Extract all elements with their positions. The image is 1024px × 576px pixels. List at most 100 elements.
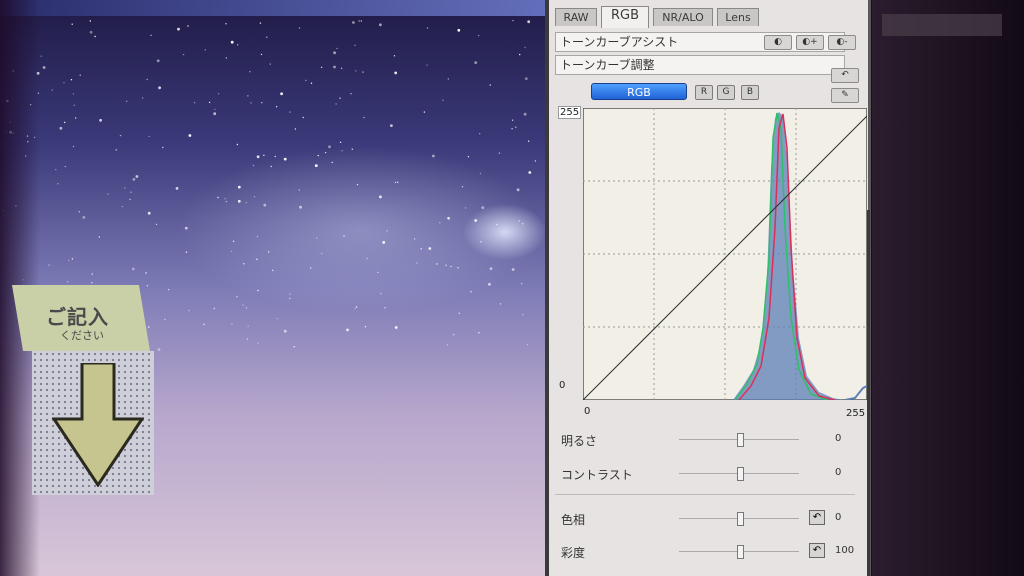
undo-icon[interactable]: ↶ xyxy=(831,68,859,83)
star xyxy=(275,106,278,108)
star xyxy=(283,157,287,161)
star xyxy=(379,195,382,199)
tone-curve-assist-label: トーンカーブアシスト xyxy=(560,35,679,49)
star xyxy=(225,200,228,203)
star xyxy=(522,223,524,225)
star xyxy=(132,178,136,181)
contrast-thumb[interactable] xyxy=(737,467,744,481)
star xyxy=(380,292,382,295)
star xyxy=(534,160,537,162)
tone-curve-canvas[interactable] xyxy=(583,108,867,400)
star xyxy=(498,152,501,154)
star xyxy=(231,323,233,325)
hue-reset-undo-icon[interactable]: ↶ xyxy=(809,510,825,525)
star xyxy=(289,297,291,300)
tab-nr-alo[interactable]: NR/ALO xyxy=(653,8,713,26)
star xyxy=(499,303,502,305)
channel-r-button[interactable]: R xyxy=(695,85,713,100)
star xyxy=(63,82,65,84)
star xyxy=(280,92,283,96)
saturation-reset-undo-icon[interactable]: ↶ xyxy=(809,543,825,558)
star xyxy=(237,185,241,189)
star xyxy=(55,168,57,171)
tab-raw[interactable]: RAW xyxy=(555,8,597,26)
star xyxy=(213,307,215,310)
star xyxy=(236,143,239,146)
star xyxy=(394,181,397,184)
hue-thumb[interactable] xyxy=(737,512,744,526)
star xyxy=(354,44,356,46)
channel-g-button[interactable]: G xyxy=(717,85,735,100)
star xyxy=(276,317,278,320)
star xyxy=(289,111,291,113)
star xyxy=(79,74,81,76)
star xyxy=(355,70,357,72)
star xyxy=(351,148,353,150)
sign-subtitle: ください xyxy=(60,329,104,342)
channel-b-button[interactable]: B xyxy=(741,85,759,100)
star xyxy=(107,193,109,195)
star xyxy=(320,66,323,69)
contrast-slider-row: コントラスト 0 xyxy=(559,464,859,484)
star xyxy=(155,223,158,226)
sign-title: ご記入 xyxy=(46,305,109,329)
brightness-thumb[interactable] xyxy=(737,433,744,447)
star xyxy=(474,61,478,64)
star xyxy=(289,293,291,295)
star xyxy=(328,145,331,149)
panel-scrollbar[interactable] xyxy=(867,210,870,576)
eyedropper-icon[interactable]: ✎ xyxy=(831,88,859,103)
star xyxy=(524,77,528,80)
star xyxy=(453,334,455,336)
star xyxy=(168,288,170,291)
star xyxy=(377,271,379,274)
star xyxy=(480,241,482,243)
section-divider xyxy=(555,494,855,495)
star xyxy=(356,183,359,186)
star xyxy=(225,57,227,59)
star xyxy=(119,134,122,137)
star xyxy=(148,135,150,138)
tab-rgb[interactable]: RGB xyxy=(601,6,649,28)
star xyxy=(447,216,450,220)
star xyxy=(461,186,464,188)
star xyxy=(71,258,74,260)
saturation-thumb[interactable] xyxy=(737,545,744,559)
star xyxy=(386,230,388,232)
star xyxy=(162,146,164,149)
star xyxy=(73,104,76,106)
y-min-label: 0 xyxy=(559,380,566,391)
background-window-strip xyxy=(882,14,1002,36)
star xyxy=(324,151,327,154)
hue-label: 色相 xyxy=(561,513,586,527)
star xyxy=(145,272,147,274)
star xyxy=(175,187,179,190)
star xyxy=(59,126,63,130)
star xyxy=(363,116,365,119)
star xyxy=(331,161,333,164)
star xyxy=(439,222,441,224)
star xyxy=(393,55,396,57)
minus-icon[interactable]: ◐- xyxy=(828,35,856,50)
channel-rgb-button[interactable]: RGB xyxy=(591,83,687,100)
star xyxy=(520,282,523,285)
star xyxy=(339,97,341,99)
auto-icon[interactable]: ◐ xyxy=(764,35,792,50)
star xyxy=(294,128,297,130)
saturation-slider-row: 彩度 ↶ 100 xyxy=(559,542,859,562)
star xyxy=(511,128,513,130)
star xyxy=(317,154,319,157)
tab-lens[interactable]: Lens xyxy=(717,8,759,26)
star xyxy=(512,19,514,22)
plus-icon[interactable]: ◐+ xyxy=(796,35,824,50)
star xyxy=(458,312,460,314)
star xyxy=(89,20,92,22)
star xyxy=(256,155,260,159)
star xyxy=(256,235,259,238)
star xyxy=(366,257,368,260)
star xyxy=(224,198,226,200)
star xyxy=(390,124,393,127)
down-arrow-icon xyxy=(52,363,144,487)
star xyxy=(70,79,73,81)
star xyxy=(257,342,259,344)
